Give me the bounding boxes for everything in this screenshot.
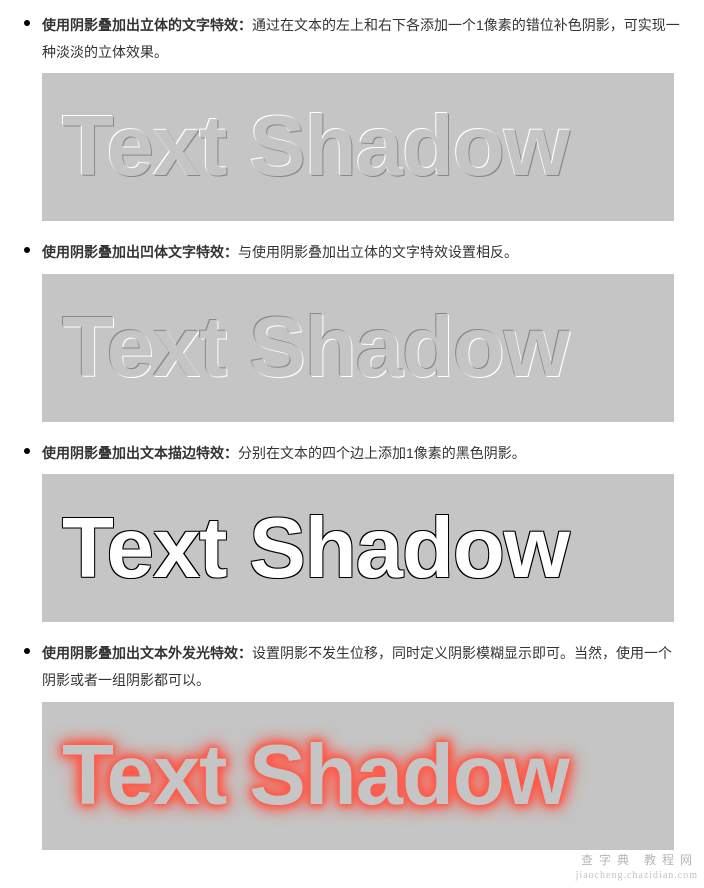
item-title: 使用阴影叠加出文本外发光特效： (42, 645, 252, 661)
effect-list: 使用阴影叠加出立体的文字特效：通过在文本的左上和右下各添加一个1像素的错位补色阴… (20, 12, 684, 850)
watermark: 查字典 教程网 jiaocheng.chazidian.com (576, 853, 698, 882)
demo-text-glow: Text Shadow (62, 695, 569, 857)
demo-box-stroke: Text Shadow (42, 474, 674, 622)
list-item: 使用阴影叠加出立体的文字特效：通过在文本的左上和右下各添加一个1像素的错位补色阴… (20, 12, 684, 221)
item-body: 分别在文本的四个边上添加1像素的黑色阴影。 (238, 445, 526, 461)
item-description: 使用阴影叠加出文本外发光特效：设置阴影不发生位移，同时定义阴影模糊显示即可。当然… (42, 640, 684, 693)
item-body: 与使用阴影叠加出立体的文字特效设置相反。 (238, 244, 518, 260)
watermark-line1: 查字典 教程网 (581, 853, 698, 867)
demo-box-raised: Text Shadow (42, 73, 674, 221)
bullet-icon (24, 448, 30, 454)
demo-text-raised: Text Shadow (62, 66, 569, 228)
watermark-line2: jiaocheng.chazidian.com (576, 869, 698, 882)
item-title: 使用阴影叠加出文本描边特效： (42, 445, 238, 461)
item-description: 使用阴影叠加出文本描边特效：分别在文本的四个边上添加1像素的黑色阴影。 (42, 440, 684, 467)
bullet-icon (24, 20, 30, 26)
demo-box-glow: Text Shadow (42, 702, 674, 850)
bullet-icon (24, 247, 30, 253)
list-item: 使用阴影叠加出文本描边特效：分别在文本的四个边上添加1像素的黑色阴影。 Text… (20, 440, 684, 623)
bullet-icon (24, 648, 30, 654)
demo-box-inset: Text Shadow (42, 274, 674, 422)
demo-text-inset: Text Shadow (62, 267, 569, 429)
item-title: 使用阴影叠加出立体的文字特效： (42, 17, 252, 33)
list-item: 使用阴影叠加出文本外发光特效：设置阴影不发生位移，同时定义阴影模糊显示即可。当然… (20, 640, 684, 849)
demo-text-stroke: Text Shadow (62, 468, 569, 630)
item-description: 使用阴影叠加出凹体文字特效：与使用阴影叠加出立体的文字特效设置相反。 (42, 239, 684, 266)
item-description: 使用阴影叠加出立体的文字特效：通过在文本的左上和右下各添加一个1像素的错位补色阴… (42, 12, 684, 65)
item-title: 使用阴影叠加出凹体文字特效： (42, 244, 238, 260)
list-item: 使用阴影叠加出凹体文字特效：与使用阴影叠加出立体的文字特效设置相反。 Text … (20, 239, 684, 422)
